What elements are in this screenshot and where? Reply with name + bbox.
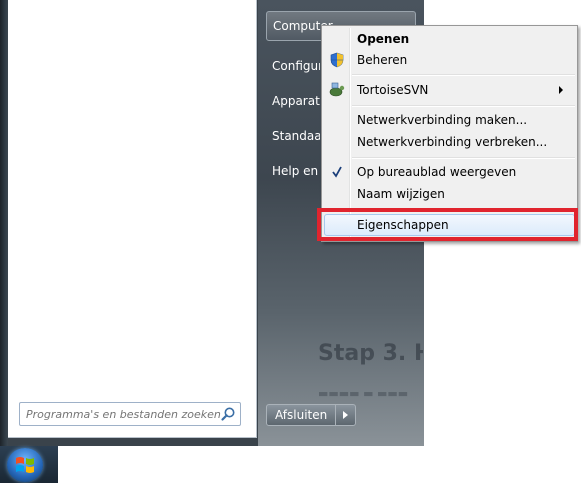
menu-item-label: Netwerkverbinding maken... — [357, 113, 528, 127]
menu-item-open[interactable]: Openen — [324, 28, 575, 50]
shield-icon — [329, 52, 345, 68]
start-menu-help-support[interactable]: Help en ondersteuning — [272, 164, 320, 178]
tortoisesvn-icon — [329, 82, 345, 98]
menu-item-label: TortoiseSVN — [357, 83, 429, 97]
menu-item-label: Openen — [357, 32, 410, 46]
start-menu-default-programs[interactable]: Standaardprogramma's — [272, 129, 320, 143]
submenu-arrow-icon — [559, 86, 563, 94]
menu-separator — [352, 74, 575, 76]
start-menu-control-panel[interactable]: Configuratiescherm — [272, 59, 320, 73]
background-heading: Stap 3. Hoe — [318, 341, 423, 366]
shutdown-control: Afsluiten — [266, 404, 357, 426]
programs-pane — [8, 0, 257, 438]
shutdown-options-arrow-icon[interactable] — [336, 404, 357, 426]
menu-item-tortoisesvn[interactable]: TortoiseSVN — [324, 79, 575, 101]
menu-item-show-on-desktop[interactable]: Op bureaublad weergeven — [324, 161, 575, 183]
background-text: ▬▬▬▬ ▬ ▬▬▬ — [318, 387, 409, 399]
start-menu-devices-printers[interactable]: Apparaten en printers — [272, 94, 320, 108]
default-programs-label: Standaardprogramma's — [272, 129, 320, 143]
windows-logo-icon — [16, 457, 34, 473]
help-support-label: Help en ondersteuning — [272, 164, 320, 178]
shutdown-button[interactable]: Afsluiten — [266, 404, 337, 426]
highlight-frame — [317, 208, 578, 241]
search-input[interactable] — [20, 403, 222, 425]
search-icon[interactable] — [220, 406, 236, 422]
menu-item-label: Op bureaublad weergeven — [357, 165, 517, 179]
menu-item-disconnect-network-drive[interactable]: Netwerkverbinding verbreken... — [324, 131, 575, 153]
menu-separator — [352, 157, 575, 159]
control-panel-label: Configuratiescherm — [272, 59, 320, 73]
menu-item-rename[interactable]: Naam wijzigen — [324, 183, 575, 205]
menu-item-label: Beheren — [357, 53, 408, 67]
menu-item-map-network-drive[interactable]: Netwerkverbinding maken... — [324, 109, 575, 131]
desktop-edge — [0, 0, 8, 446]
search-box[interactable] — [19, 402, 241, 426]
start-button[interactable] — [7, 448, 43, 482]
menu-item-label: Netwerkverbinding verbreken... — [357, 135, 548, 149]
devices-printers-label: Apparaten en printers — [272, 94, 320, 108]
menu-item-manage[interactable]: Beheren — [324, 49, 575, 71]
checkmark-icon — [329, 164, 345, 180]
menu-item-label: Naam wijzigen — [357, 187, 445, 201]
menu-separator — [352, 105, 575, 107]
